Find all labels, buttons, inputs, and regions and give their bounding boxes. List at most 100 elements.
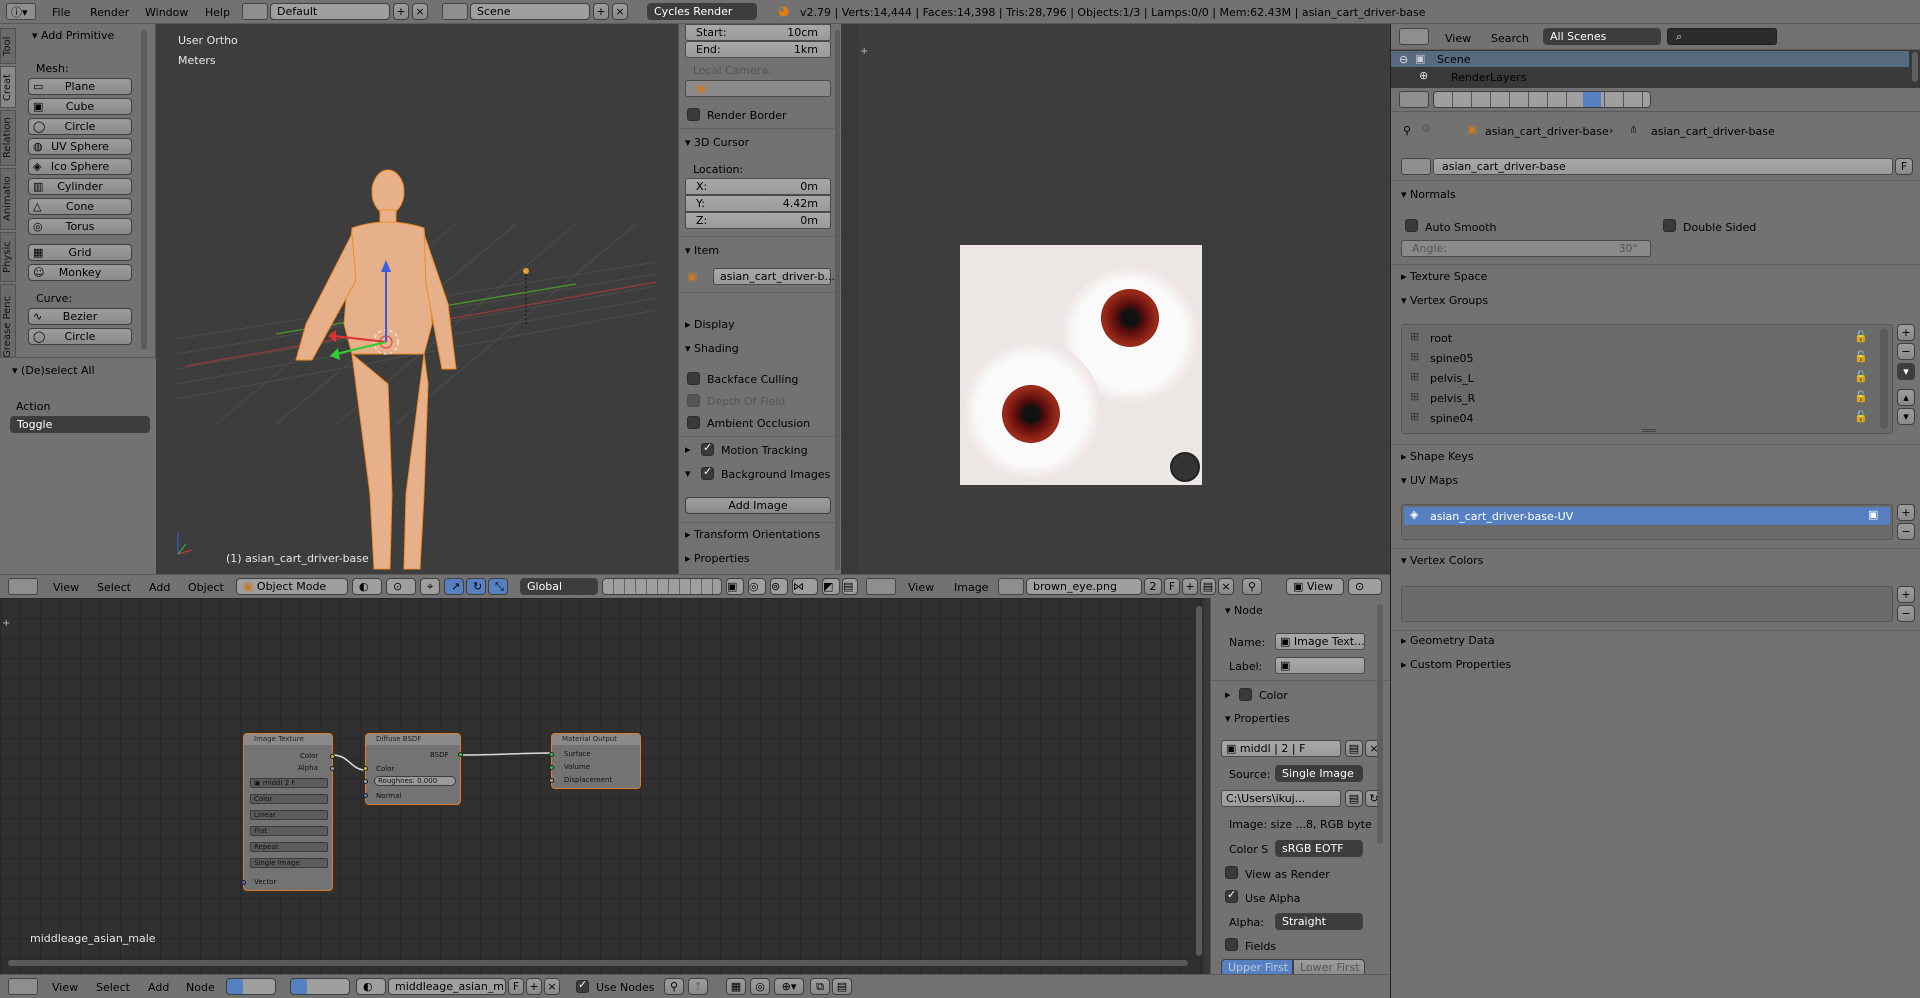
colorspace-select[interactable]: sRGB EOTF (1275, 840, 1363, 857)
angle-field[interactable]: Angle: 30° (1401, 240, 1651, 257)
add-ico-sphere-button[interactable]: ◈ Ico Sphere (28, 158, 132, 175)
mesh-datablock-field[interactable]: asian_cart_driver-base (1433, 158, 1893, 175)
tab-animation[interactable]: Animatio (0, 168, 16, 230)
add-curve-circle-button[interactable]: ◯ Circle (28, 328, 132, 345)
add-uv-sphere-button[interactable]: ◍ UV Sphere (28, 138, 132, 155)
manipulator-toggle[interactable]: ⌖ (420, 578, 440, 595)
image-browse-icon[interactable] (998, 578, 1024, 595)
expand-icon[interactable]: + (860, 46, 868, 57)
vgroup-move-up-button[interactable]: ▴ (1897, 389, 1915, 406)
uv-maps-title[interactable]: ▾ UV Maps (1401, 474, 1458, 488)
tab-relation[interactable]: Relation (0, 110, 16, 166)
menu-window[interactable]: Window (145, 6, 188, 19)
layers-grid[interactable] (602, 578, 722, 595)
add-cylinder-button[interactable]: ▥ Cylinder (28, 178, 132, 195)
menu-add[interactable]: Add (148, 981, 169, 994)
snap-element-button[interactable]: ⋈ (792, 578, 818, 595)
socket-color-out[interactable] (330, 754, 335, 759)
pivot-icon[interactable]: ⊙ (1348, 578, 1382, 595)
vertex-group-row[interactable]: ⊞ root 🔓 (1404, 329, 1874, 347)
copy-button[interactable]: ⧉ (810, 978, 830, 995)
node-name-field[interactable]: ▣ Image Text... (1275, 633, 1365, 650)
vertex-groups-title[interactable]: ▾ Vertex Groups (1401, 294, 1488, 308)
material-unlink-button[interactable]: × (544, 978, 560, 995)
socket-normal-in[interactable] (363, 793, 368, 798)
editor-type-icon[interactable] (8, 578, 38, 595)
action-select[interactable]: Toggle (10, 416, 150, 433)
bg-images-title[interactable]: ▾ (685, 467, 691, 481)
node-editor[interactable]: + Image Texture Color Alpha ▣ middl 2 F … (0, 598, 1204, 974)
double-sided-checkbox[interactable] (1663, 219, 1676, 232)
texture-space-title[interactable]: ▸ Texture Space (1401, 270, 1487, 284)
mesh-fake-user-button[interactable]: F (1895, 158, 1913, 175)
material-name-field[interactable]: middleage_asian_m... (388, 978, 506, 995)
active-render-icon[interactable]: ▣ (1868, 508, 1878, 521)
screen-layout-icon[interactable] (242, 3, 268, 20)
remove-layout-button[interactable]: × (412, 3, 428, 20)
pin-icon[interactable]: ⚲ (1403, 124, 1411, 137)
properties-panel-title[interactable]: ▾ Properties (1225, 712, 1290, 726)
pin-button[interactable]: ⚲ (664, 978, 684, 995)
node-color-select[interactable]: Color (250, 794, 328, 804)
menu-help[interactable]: Help (205, 6, 230, 19)
socket-displacement-in[interactable] (549, 778, 554, 783)
image-unlink-button[interactable]: × (1218, 578, 1234, 595)
add-layout-button[interactable]: + (393, 3, 409, 20)
add-curve-bezier-button[interactable]: ∿ Bezier (28, 308, 132, 325)
tab-create[interactable]: Creat (0, 66, 16, 108)
editor-type-icon[interactable] (1399, 28, 1429, 45)
scene-field[interactable]: Scene (470, 3, 590, 20)
ao-checkbox[interactable] (687, 416, 700, 429)
filepath-browse-button[interactable]: ▤ (1345, 790, 1363, 807)
add-cone-button[interactable]: △ Cone (28, 198, 132, 215)
cursor-panel-title[interactable]: ▾ 3D Cursor (685, 136, 749, 150)
geometry-data-title[interactable]: ▸ Geometry Data (1401, 634, 1495, 648)
node-sidebar-scrollbar[interactable] (1377, 604, 1383, 844)
3d-viewport[interactable]: User Ortho Meters (1) asian_cart_driver-… (156, 24, 678, 574)
node-image-field[interactable]: ▣ middl 2 F (250, 778, 328, 788)
socket-volume-in[interactable] (549, 765, 554, 770)
cursor-y-field[interactable]: Y: 4.42m (685, 195, 831, 212)
lock-icon[interactable]: 🔓 (1854, 370, 1868, 383)
transform-orient-title[interactable]: ▸ Transform Orientations (685, 528, 820, 542)
vertex-group-row[interactable]: ⊞ pelvis_R 🔓 (1404, 389, 1874, 407)
scene-icon[interactable] (442, 3, 468, 20)
use-alpha-checkbox[interactable] (1225, 888, 1238, 903)
tab-tool[interactable]: Tool (0, 28, 16, 64)
scroll-track[interactable] (141, 30, 147, 350)
pin-button[interactable]: ⚲ (1242, 578, 1262, 595)
translate-toggle[interactable]: ↗ (444, 578, 464, 595)
n-panel-scrollbar[interactable] (835, 30, 840, 570)
parent-node-tree-button[interactable]: ↑ (688, 978, 708, 995)
uv-add-button[interactable]: + (1897, 504, 1915, 521)
custom-props-title[interactable]: ▸ Custom Properties (1401, 658, 1511, 672)
normals-panel-title[interactable]: ▾ Normals (1401, 188, 1456, 202)
paste-button[interactable]: ▤ (832, 978, 852, 995)
vcol-add-button[interactable]: + (1897, 586, 1915, 603)
cursor-z-field[interactable]: Z: 0m (685, 212, 831, 229)
image-fake-user-button[interactable]: F (1164, 578, 1180, 595)
lock-icon[interactable]: 🔓 (1854, 350, 1868, 363)
node-interp-select[interactable]: Linear (250, 810, 328, 820)
screen-layout-field[interactable]: Default (270, 3, 390, 20)
lower-first-button[interactable]: Lower First (1293, 959, 1365, 974)
outliner-scrollbar[interactable] (1912, 52, 1918, 82)
diffuse-bsdf-node[interactable]: Diffuse BSDF BSDF Color Roughnes: 0.000 … (363, 733, 463, 805)
view-mode-select[interactable]: ▣ View (1286, 578, 1344, 595)
pivot-select[interactable]: ⊙ (386, 578, 416, 595)
add-image-button[interactable]: Add Image (685, 497, 831, 514)
shader-object-toggle[interactable] (290, 978, 350, 995)
menu-view[interactable]: View (52, 981, 78, 994)
vertex-colors-title[interactable]: ▾ Vertex Colors (1401, 554, 1483, 568)
menu-select[interactable]: Select (96, 981, 130, 994)
image-open-button[interactable]: ▤ (1200, 578, 1216, 595)
material-fake-user-button[interactable]: F (508, 978, 524, 995)
menu-select[interactable]: Select (97, 581, 131, 594)
upper-first-button[interactable]: Upper First (1221, 959, 1293, 974)
image-editor-scroll-handle[interactable] (1170, 452, 1200, 482)
node-extension-select[interactable]: Repeat (250, 842, 328, 852)
display-mode-select[interactable]: All Scenes (1543, 28, 1661, 45)
editor-type-icon[interactable] (8, 978, 38, 995)
snap-target-button[interactable]: ⊕▾ (774, 978, 804, 995)
vgroup-list-scrollbar[interactable] (1880, 329, 1888, 429)
